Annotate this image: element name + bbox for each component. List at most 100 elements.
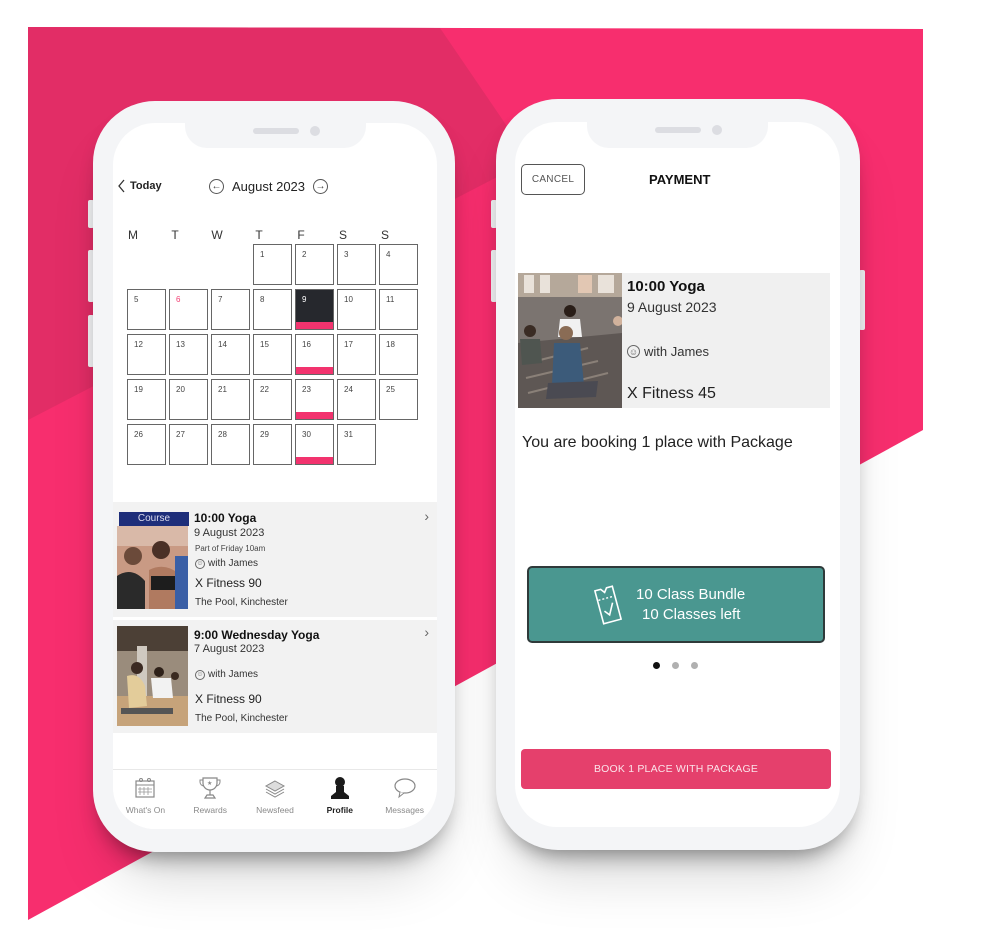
person-icon — [328, 776, 352, 800]
tab-rewards[interactable]: ★ Rewards — [178, 770, 243, 829]
event-card[interactable]: 9:00 Wednesday Yoga 7 August 2023 ☺ with… — [113, 620, 437, 733]
arrow-right-icon: → — [315, 181, 326, 192]
weekday-label: T — [255, 228, 263, 242]
event-indicator — [296, 322, 333, 329]
class-date: 9 August 2023 — [627, 299, 717, 315]
calendar-day[interactable]: 23 — [295, 379, 334, 420]
tab-profile[interactable]: Profile — [307, 770, 372, 829]
weekday-label: T — [171, 228, 179, 242]
package-name: 10 Class Bundle — [636, 586, 746, 603]
calendar-day[interactable]: 18 — [379, 334, 418, 375]
bottom-tab-bar: What's On ★ Rewards Newsfeed Profile Mes… — [113, 769, 437, 829]
calendar-day[interactable]: 2 — [295, 244, 334, 285]
carousel-dot[interactable] — [653, 662, 660, 669]
month-navigator: ← August 2023 → — [209, 179, 329, 194]
left-phone-frame: Today ← August 2023 → MTWTFSS 1234567891… — [93, 101, 455, 852]
cancel-button[interactable]: CANCEL — [521, 164, 585, 195]
event-image — [117, 526, 188, 609]
chevron-right-icon: › — [424, 624, 429, 640]
next-month-button[interactable]: → — [313, 179, 329, 194]
ticket-check-icon — [593, 585, 623, 625]
event-instructor: ☺ with James — [195, 558, 258, 569]
calendar-day[interactable]: 11 — [379, 289, 418, 330]
tab-messages[interactable]: Messages — [372, 770, 437, 829]
event-indicator — [296, 367, 333, 374]
right-phone-screen: CANCEL PAYMENT 10:00 Yoga 9 August 2023 … — [515, 122, 840, 827]
calendar-day[interactable]: 20 — [169, 379, 208, 420]
calendar-day[interactable]: 25 — [379, 379, 418, 420]
event-card[interactable]: Course 10:00 Yoga 9 August 2023 Part of … — [113, 502, 437, 617]
calendar-day[interactable]: 16 — [295, 334, 334, 375]
event-date: 9 August 2023 — [194, 527, 265, 539]
calendar-day[interactable]: 5 — [127, 289, 166, 330]
day-number: 25 — [386, 385, 395, 394]
calendar-day[interactable]: 10 — [337, 289, 376, 330]
calendar-day[interactable]: 19 — [127, 379, 166, 420]
calendar-day[interactable]: 14 — [211, 334, 250, 375]
calendar-day[interactable]: 28 — [211, 424, 250, 465]
event-date: 7 August 2023 — [194, 643, 265, 655]
calendar-day[interactable]: 8 — [253, 289, 292, 330]
notch — [185, 123, 366, 148]
tab-newsfeed[interactable]: Newsfeed — [243, 770, 308, 829]
calendar-day[interactable]: 22 — [253, 379, 292, 420]
day-number: 2 — [302, 250, 307, 259]
day-number: 18 — [386, 340, 395, 349]
arrow-left-icon: ← — [211, 181, 222, 192]
day-number: 14 — [218, 340, 227, 349]
calendar-day[interactable]: 30 — [295, 424, 334, 465]
day-number: 8 — [260, 295, 265, 304]
calendar-day[interactable]: 3 — [337, 244, 376, 285]
weekday-label: S — [338, 228, 347, 242]
chevron-left-icon — [118, 179, 125, 193]
day-number: 19 — [134, 385, 143, 394]
day-number: 6 — [176, 295, 181, 304]
day-number: 30 — [302, 430, 311, 439]
class-title: 10:00 Yoga — [627, 278, 705, 295]
calendar-day[interactable]: 29 — [253, 424, 292, 465]
package-card[interactable]: 10 Class Bundle 10 Classes left — [527, 566, 825, 643]
prev-month-button[interactable]: ← — [209, 179, 224, 194]
calendar-day[interactable]: 12 — [127, 334, 166, 375]
calendar-day[interactable]: 9 — [295, 289, 334, 330]
weekday-label: W — [211, 228, 223, 242]
calendar-day[interactable]: 27 — [169, 424, 208, 465]
day-number: 31 — [344, 430, 353, 439]
calendar-day[interactable]: 31 — [337, 424, 376, 465]
carousel-dot[interactable] — [691, 662, 698, 669]
calendar-day[interactable]: 7 — [211, 289, 250, 330]
tab-label: What's On — [125, 805, 166, 815]
instructor-label: with James — [208, 558, 259, 569]
tab-label: Newsfeed — [256, 805, 294, 815]
calendar-day[interactable]: 6 — [169, 289, 208, 330]
day-number: 9 — [302, 295, 307, 304]
today-label: Today — [130, 180, 162, 192]
today-button[interactable]: Today — [117, 179, 162, 193]
day-number: 22 — [260, 385, 269, 394]
event-indicator — [296, 457, 333, 464]
speaker — [253, 128, 299, 134]
calendar-day[interactable]: 17 — [337, 334, 376, 375]
calendar-day[interactable]: 24 — [337, 379, 376, 420]
calendar-day[interactable]: 13 — [169, 334, 208, 375]
book-with-package-button[interactable]: BOOK 1 PLACE WITH PACKAGE — [521, 749, 831, 789]
carousel-dot[interactable] — [672, 662, 679, 669]
speaker — [655, 127, 701, 133]
right-phone-frame: CANCEL PAYMENT 10:00 Yoga 9 August 2023 … — [496, 99, 860, 850]
event-title: 10:00 Yoga — [194, 511, 257, 525]
tab-whats-on[interactable]: What's On — [113, 770, 178, 829]
calendar-day[interactable]: 26 — [127, 424, 166, 465]
calendar-day[interactable]: 4 — [379, 244, 418, 285]
day-number: 29 — [260, 430, 269, 439]
day-number: 5 — [134, 295, 139, 304]
day-number: 13 — [176, 340, 185, 349]
calendar-day[interactable]: 21 — [211, 379, 250, 420]
calendar-day[interactable]: 1 — [253, 244, 292, 285]
calendar-day[interactable]: 15 — [253, 334, 292, 375]
trophy-icon: ★ — [198, 776, 222, 800]
instructor-label: with James — [644, 344, 710, 359]
day-number: 16 — [302, 340, 311, 349]
camera — [310, 126, 320, 136]
layers-icon — [263, 776, 287, 800]
user-icon: ☺ — [195, 669, 205, 680]
